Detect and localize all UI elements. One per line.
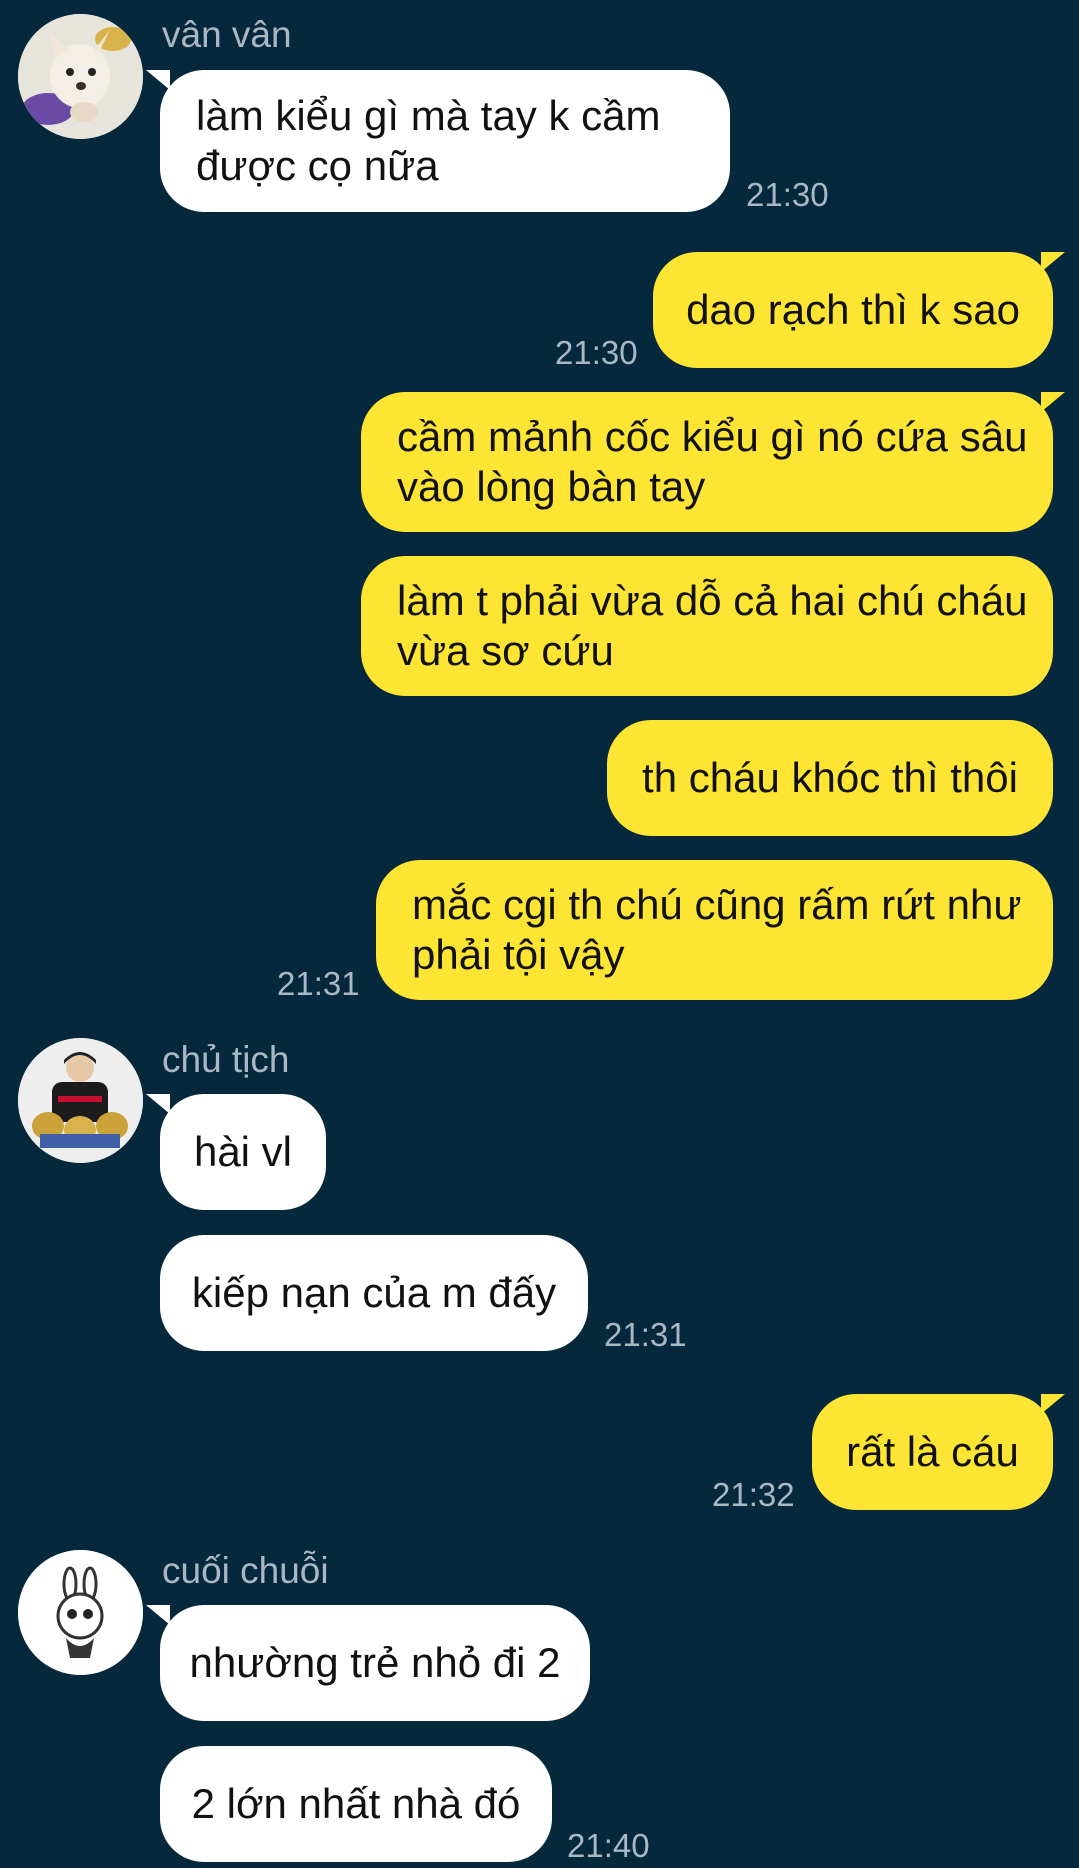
sender-name-chu-tich: chủ tịch [162,1039,290,1080]
message-text: phải tội vậy [412,931,625,978]
message-bubble[interactable]: nhường trẻ nhỏ đi 2 [146,1605,590,1721]
message-text: th cháu khóc thì thôi [642,754,1018,801]
message-text: dao rạch thì k sao [686,286,1020,333]
message-text: kiếp nạn của m đấy [191,1269,557,1316]
message-text: vào lòng bàn tay [397,463,706,510]
person-avatar-image [18,1038,143,1163]
message-text: làm kiểu gì mà tay k cầm [196,92,661,139]
message-text: làm t phải vừa dỗ cả hai chú cháu [397,577,1028,624]
timestamp: 21:31 [277,965,360,1002]
timestamp: 21:32 [712,1476,795,1513]
message-text: được cọ nữa [196,142,439,189]
message-text: cầm mảnh cốc kiểu gì nó cứa sâu [397,413,1028,460]
message-bubble[interactable]: th cháu khóc thì thôi [607,720,1053,836]
timestamp: 21:30 [746,176,829,213]
message-text: mắc cgi th chú cũng rấm rứt như [412,881,1022,928]
message-bubble[interactable]: cầm mảnh cốc kiểu gì nó cứa sâu vào lòng… [361,392,1065,532]
avatar-van-van[interactable] [18,14,143,139]
avatar-chu-tich[interactable] [18,1038,143,1163]
message-bubble[interactable]: 2 lớn nhất nhà đó [160,1746,552,1862]
timestamp: 21:40 [567,1827,650,1864]
message-text: 2 lớn nhất nhà đó [191,1780,521,1827]
sender-name-cuoi-chuoi: cuối chuỗi [162,1550,329,1591]
message-bubble[interactable]: mắc cgi th chú cũng rấm rứt như phải tội… [376,860,1053,1000]
timestamp: 21:31 [604,1316,687,1353]
dog-avatar-image [18,14,143,139]
message-bubble[interactable]: làm t phải vừa dỗ cả hai chú cháu vừa sơ… [361,556,1053,696]
message-text: hài vl [193,1128,293,1175]
message-text: nhường trẻ nhỏ đi 2 [189,1639,561,1686]
message-bubble[interactable]: hài vl [146,1094,326,1210]
rabbit-avatar-image [18,1550,143,1675]
message-text: vừa sơ cứu [397,627,614,674]
message-bubble[interactable]: rất là cáu [812,1394,1065,1510]
message-bubble[interactable]: dao rạch thì k sao [653,252,1065,368]
sender-name-van-van: vân vân [162,14,292,55]
message-bubble[interactable]: làm kiểu gì mà tay k cầm được cọ nữa [146,70,730,212]
timestamp: 21:30 [555,334,638,371]
avatar-cuoi-chuoi[interactable] [18,1550,143,1675]
message-text: rất là cáu [846,1428,1019,1475]
message-bubble[interactable]: kiếp nạn của m đấy [160,1235,588,1351]
